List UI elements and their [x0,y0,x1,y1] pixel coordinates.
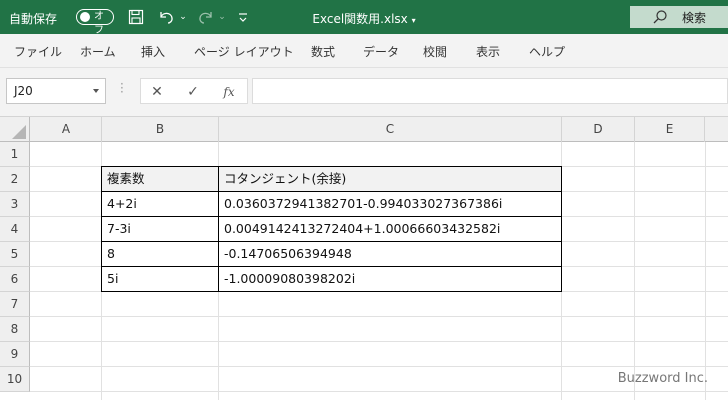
table-cell[interactable]: 5i [102,267,218,292]
cancel-icon[interactable]: ✕ [147,82,167,102]
grid-line [634,142,635,400]
table-cell[interactable]: -0.14706506394948 [219,242,561,267]
tab-home[interactable]: ホーム [80,43,116,60]
table-cell[interactable]: -1.00009080398202i [219,267,561,292]
formula-bar-grip-icon[interactable]: · · · [120,78,124,98]
grid-line [705,142,706,400]
column-header-row: A B C D E [0,116,728,142]
file-name: Excel関数用.xlsx [312,12,408,26]
watermark: Buzzword Inc. [617,371,708,386]
filename-dropdown-icon[interactable]: ▾ [412,16,416,25]
grid-line [30,391,728,392]
row-header-4[interactable]: 4 [0,217,30,242]
formula-input[interactable] [252,78,728,104]
column-header-c[interactable]: C [219,117,562,142]
search-icon [652,9,670,25]
search-label: 検索 [682,10,707,25]
row-header-9[interactable]: 9 [0,342,30,367]
table-border [101,191,562,192]
tab-insert[interactable]: 挿入 [141,43,165,60]
select-all-icon [12,125,26,139]
table-border [101,216,562,217]
enter-icon[interactable]: ✓ [183,82,203,102]
row-header-1[interactable]: 1 [0,142,30,167]
row-header-5[interactable]: 5 [0,242,30,267]
name-box-value: J20 [14,84,33,98]
row-header-7[interactable]: 7 [0,292,30,317]
tab-page-layout[interactable]: ページ レイアウト [194,43,294,60]
table-border [218,166,219,292]
formula-bar: J20 · · · ✕ ✓ fx [0,68,728,116]
table-cell[interactable]: 0.0049142413272404+1.00066603432582i [219,217,561,242]
title-bar: 自動保存 オフ ⌄ ⌄ Excel関数用.xlsx ▾ 検索 [0,0,728,36]
row-header-3[interactable]: 3 [0,192,30,217]
tab-review[interactable]: 校閲 [423,43,447,60]
ribbon-tabs: ファイル ホーム 挿入 ページ レイアウト 数式 データ 校閲 表示 ヘルプ [0,34,728,68]
table-border [101,241,562,242]
window-title: Excel関数用.xlsx ▾ [0,10,728,27]
grid-line [30,366,728,367]
row-header-8[interactable]: 8 [0,317,30,342]
tab-view[interactable]: 表示 [476,43,500,60]
table-border [101,266,562,267]
table-cell[interactable]: 7-3i [102,217,218,242]
name-box-dropdown-icon[interactable] [93,89,99,93]
tab-data[interactable]: データ [363,43,399,60]
formula-buttons: ✕ ✓ fx [140,78,248,104]
search-box[interactable]: 検索 [630,6,728,28]
tab-help[interactable]: ヘルプ [529,43,565,60]
tab-file[interactable]: ファイル [14,43,62,60]
row-header-2[interactable]: 2 [0,167,30,192]
column-header-b[interactable]: B [102,117,219,142]
grid-line [30,341,728,342]
select-all-button[interactable] [0,117,30,142]
table-cell[interactable]: 8 [102,242,218,267]
column-header-d[interactable]: D [562,117,635,142]
table-cell[interactable]: 4+2i [102,192,218,217]
table-header-cell[interactable]: 複素数 [102,167,218,192]
row-header-6[interactable]: 6 [0,267,30,292]
worksheet-grid: A B C D E 1 2 3 4 5 6 7 8 9 10 複素数 コタンジェ… [0,116,728,400]
insert-function-icon[interactable]: fx [219,82,239,102]
tab-formulas[interactable]: 数式 [311,43,335,60]
grid-line [561,142,562,400]
row-header-10[interactable]: 10 [0,367,30,392]
table-cell[interactable]: 0.0360372941382701-0.994033027367386i [219,192,561,217]
name-box[interactable]: J20 [6,78,106,104]
grid-line [30,316,728,317]
table-header-cell[interactable]: コタンジェント(余接) [219,167,561,192]
column-header-a[interactable]: A [31,117,102,142]
column-header-e[interactable]: E [635,117,705,142]
